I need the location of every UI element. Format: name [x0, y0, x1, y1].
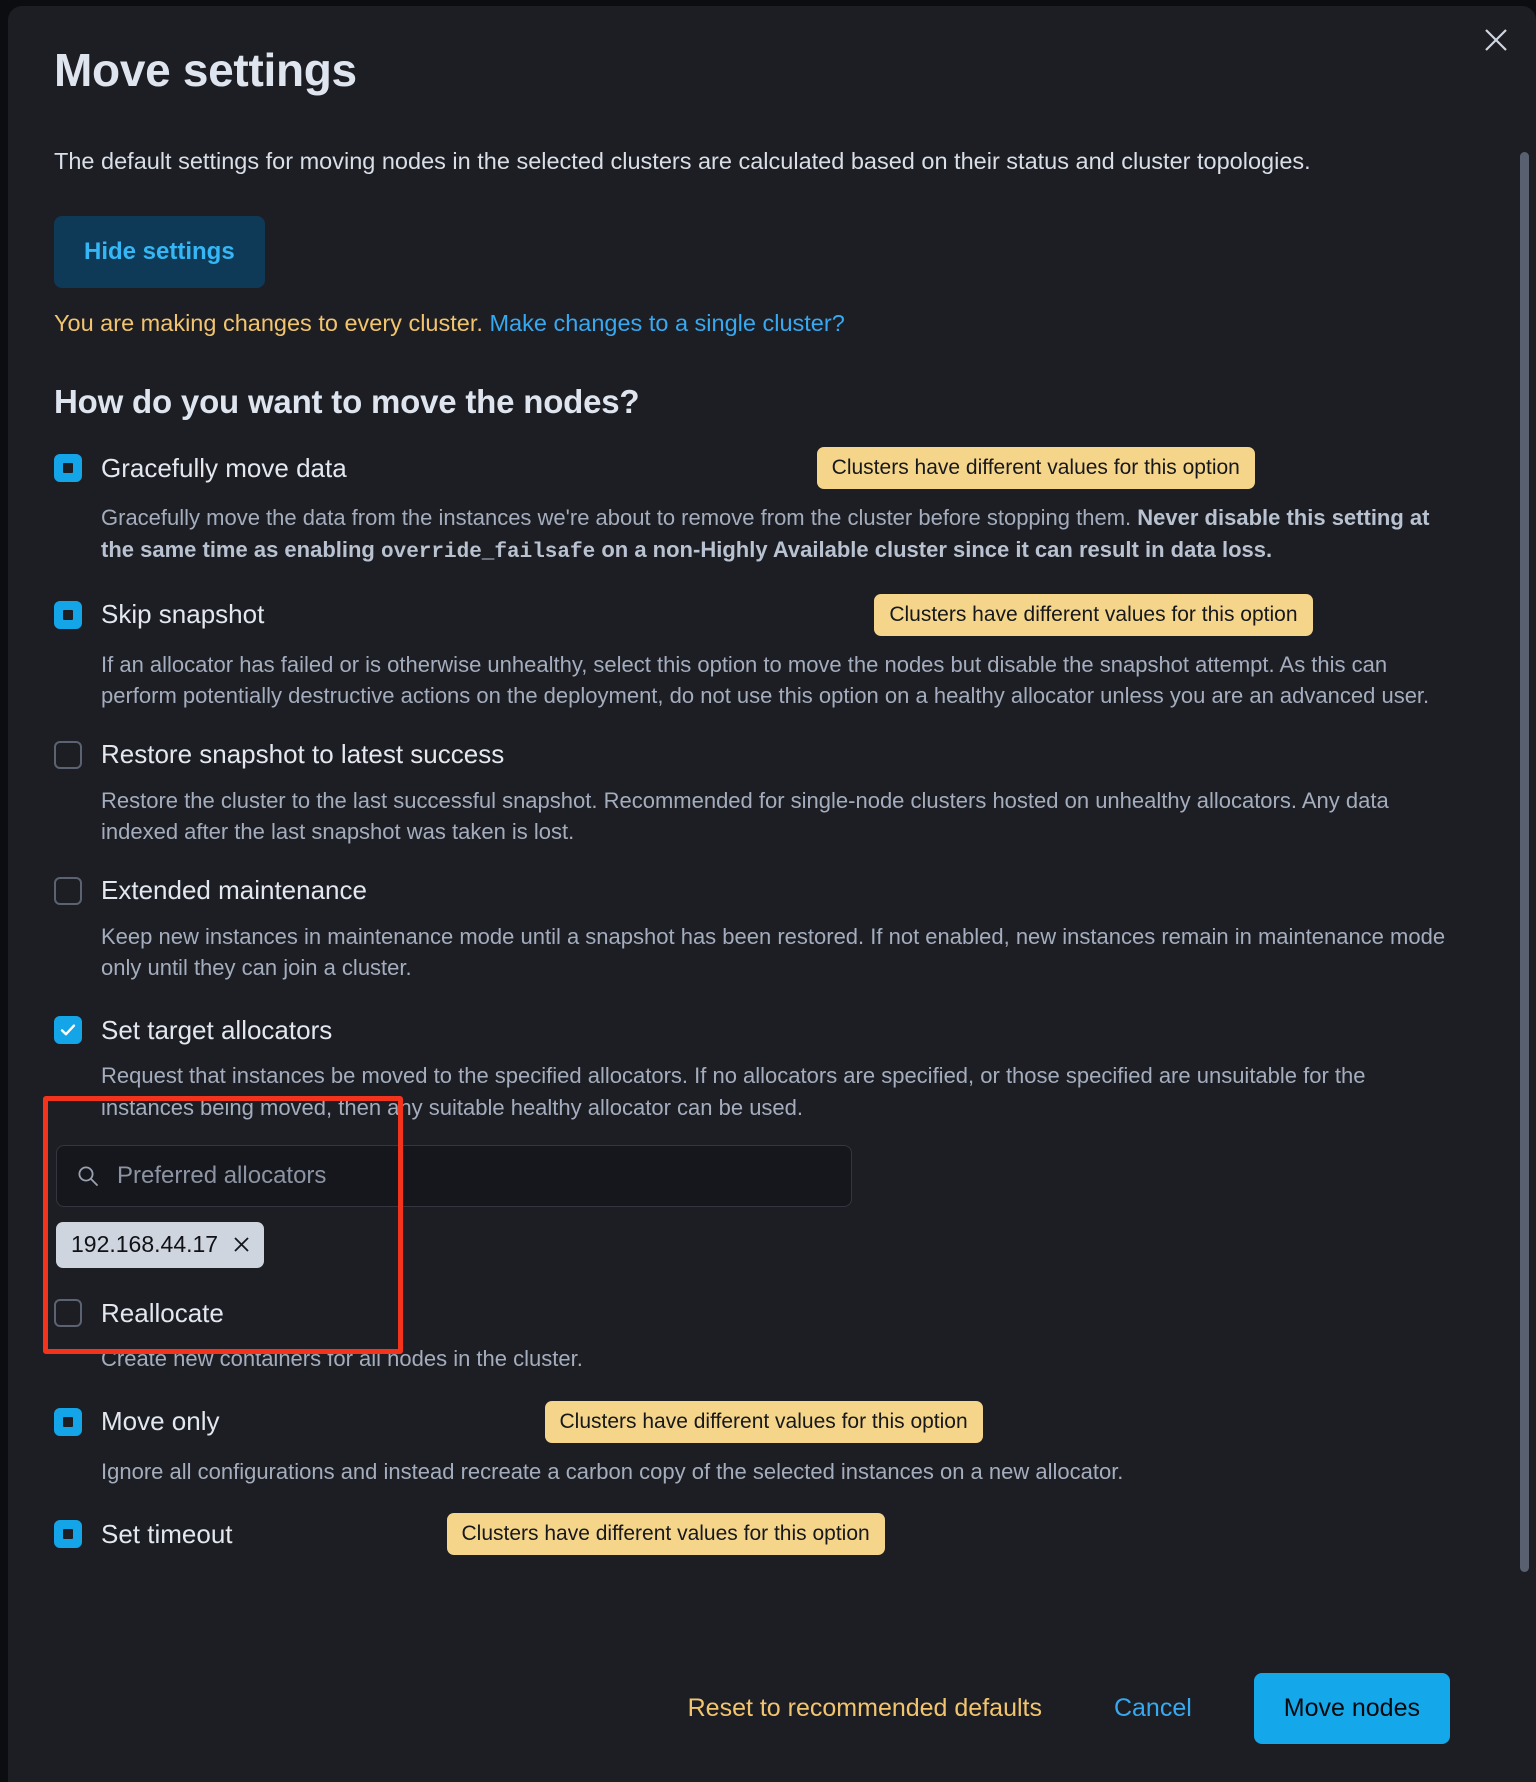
- option-description: If an allocator has failed or is otherwi…: [101, 651, 1430, 709]
- option-description: Keep new instances in maintenance mode u…: [101, 923, 1446, 980]
- desc-code: override_failsafe: [380, 540, 596, 564]
- option-header: Skip snapshot Clusters have different va…: [54, 593, 1448, 636]
- option-label: Extended maintenance: [101, 875, 367, 906]
- option-label: Set target allocators: [101, 1014, 333, 1045]
- preferred-allocators-input[interactable]: Preferred allocators: [56, 1145, 852, 1208]
- scrollbar-thumb[interactable]: [1520, 152, 1529, 1572]
- option-description: Create new containers for all nodes in t…: [101, 1346, 583, 1372]
- option-skip-snapshot: Skip snapshot Clusters have different va…: [54, 593, 1448, 712]
- option-label: Move only: [101, 1406, 220, 1437]
- single-cluster-link[interactable]: Make changes to a single cluster?: [489, 310, 844, 336]
- option-restore-snapshot: Restore snapshot to latest success Resto…: [54, 738, 1448, 848]
- checkbox-gracefully-move-data[interactable]: [54, 454, 82, 483]
- page-title: Move settings: [54, 44, 357, 96]
- option-label: Skip snapshot: [101, 599, 265, 630]
- option-label: Restore snapshot to latest success: [101, 739, 505, 770]
- checkbox-restore-snapshot[interactable]: [54, 740, 82, 769]
- option-description: Gracefully move the data from the instan…: [101, 502, 1446, 567]
- status-badge: Clusters have different values for this …: [544, 1400, 983, 1443]
- option-description: Request that instances be moved to the s…: [101, 1063, 1366, 1120]
- dialog-footer: Reset to recommended defaults Cancel Mov…: [8, 1634, 1494, 1782]
- hide-settings-button[interactable]: Hide settings: [54, 216, 265, 289]
- option-description: Ignore all configurations and instead re…: [101, 1458, 1124, 1484]
- status-badge: Clusters have different values for this …: [816, 447, 1255, 490]
- checkbox-extended-maintenance[interactable]: [54, 876, 82, 905]
- allocator-value: 192.168.44.17: [71, 1231, 219, 1258]
- cancel-button[interactable]: Cancel: [1106, 1684, 1200, 1733]
- option-header: Set timeout Clusters have different valu…: [54, 1513, 1448, 1556]
- dialog-content: Move settings The default settings for m…: [8, 6, 1494, 1556]
- section-heading: How do you want to move the nodes?: [54, 383, 640, 421]
- intro-text: The default settings for moving nodes in…: [54, 147, 1311, 174]
- option-gracefully-move-data: Gracefully move data Clusters have diffe…: [54, 447, 1448, 567]
- move-nodes-button[interactable]: Move nodes: [1253, 1672, 1450, 1744]
- checkbox-move-only[interactable]: [54, 1407, 82, 1436]
- option-header: Gracefully move data Clusters have diffe…: [54, 447, 1448, 490]
- option-header: Reallocate: [54, 1296, 1448, 1330]
- checkbox-set-timeout[interactable]: [54, 1520, 82, 1549]
- move-settings-dialog: Move settings The default settings for m…: [8, 6, 1536, 1782]
- option-label: Gracefully move data: [101, 452, 347, 483]
- option-reallocate: Reallocate Create new containers for all…: [54, 1296, 1448, 1374]
- dialog-body: Move settings The default settings for m…: [8, 6, 1494, 1782]
- checkbox-skip-snapshot[interactable]: [54, 600, 82, 629]
- option-header: Restore snapshot to latest success: [54, 738, 1448, 772]
- remove-allocator-icon[interactable]: [232, 1235, 251, 1254]
- option-header: Move only Clusters have different values…: [54, 1400, 1448, 1443]
- option-set-timeout: Set timeout Clusters have different valu…: [54, 1513, 1448, 1556]
- status-badge: Clusters have different values for this …: [446, 1513, 885, 1556]
- option-move-only: Move only Clusters have different values…: [54, 1400, 1448, 1487]
- option-set-target-allocators: Set target allocators Request that insta…: [54, 1013, 1448, 1269]
- allocator-selector: Preferred allocators 192.168.44.17: [56, 1145, 1448, 1269]
- option-label: Set timeout: [101, 1518, 233, 1549]
- search-icon: [78, 1166, 98, 1187]
- every-cluster-warning: You are making changes to every cluster.…: [54, 310, 1448, 337]
- checkbox-set-target-allocators[interactable]: [54, 1016, 82, 1045]
- option-header: Extended maintenance: [54, 874, 1448, 908]
- status-badge: Clusters have different values for this …: [874, 593, 1313, 636]
- desc-part-bold-2: on a non-Highly Available cluster since …: [595, 536, 1273, 562]
- close-icon-glyph: [234, 1237, 249, 1252]
- check-icon: [60, 1024, 76, 1036]
- option-header: Set target allocators: [54, 1013, 1448, 1047]
- selected-allocator-pill: 192.168.44.17: [56, 1222, 265, 1269]
- checkbox-reallocate[interactable]: [54, 1299, 82, 1328]
- option-extended-maintenance: Extended maintenance Keep new instances …: [54, 874, 1448, 984]
- option-description: Restore the cluster to the last successf…: [101, 787, 1389, 845]
- warning-text: You are making changes to every cluster.: [54, 310, 483, 337]
- desc-part-plain: Gracefully move the data from the instan…: [101, 505, 1138, 531]
- search-input-placeholder: Preferred allocators: [117, 1162, 327, 1190]
- option-label: Reallocate: [101, 1297, 224, 1328]
- reset-defaults-button[interactable]: Reset to recommended defaults: [680, 1684, 1050, 1733]
